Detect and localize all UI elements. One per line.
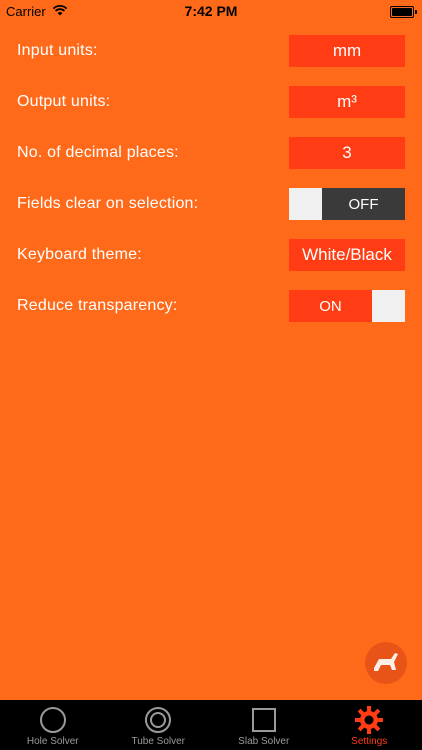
tab-label: Tube Solver bbox=[131, 736, 186, 747]
fields-clear-toggle[interactable]: OFF bbox=[289, 188, 405, 220]
toggle-state-label: OFF bbox=[322, 188, 405, 220]
input-units-label: Input units: bbox=[17, 42, 98, 59]
toggle-state-label: ON bbox=[289, 290, 372, 322]
reduce-transparency-label: Reduce transparency: bbox=[17, 297, 178, 314]
tab-label: Settings bbox=[351, 736, 388, 747]
status-bar: Carrier 7:42 PM bbox=[0, 0, 422, 22]
fields-clear-label: Fields clear on selection: bbox=[17, 195, 199, 212]
input-units-button[interactable]: mm bbox=[289, 35, 405, 67]
setting-fields-clear: Fields clear on selection: OFF bbox=[0, 188, 422, 222]
battery-icon bbox=[390, 6, 417, 18]
gear-icon bbox=[355, 706, 384, 734]
square-icon bbox=[251, 708, 276, 732]
toggle-knob bbox=[289, 188, 322, 220]
setting-keyboard-theme: Keyboard theme: White/Black bbox=[0, 239, 422, 273]
chair-icon bbox=[374, 653, 398, 671]
keyboard-theme-label: Keyboard theme: bbox=[17, 246, 142, 263]
setting-output-units: Output units: m³ bbox=[0, 86, 422, 120]
keyboard-theme-button[interactable]: White/Black bbox=[289, 239, 405, 271]
tab-hole-solver[interactable]: Hole Solver bbox=[0, 700, 106, 750]
tab-slab-solver[interactable]: Slab Solver bbox=[211, 700, 317, 750]
toggle-knob bbox=[372, 290, 405, 322]
output-units-button[interactable]: m³ bbox=[289, 86, 405, 118]
decimal-places-button[interactable]: 3 bbox=[289, 137, 405, 169]
tab-label: Hole Solver bbox=[26, 736, 79, 747]
decimal-places-label: No. of decimal places: bbox=[17, 144, 179, 161]
setting-reduce-transparency: Reduce transparency: ON bbox=[0, 290, 422, 324]
output-units-label: Output units: bbox=[17, 93, 111, 110]
chair-icon-button[interactable] bbox=[365, 642, 407, 684]
ring-icon bbox=[145, 707, 172, 733]
tab-label: Slab Solver bbox=[238, 736, 290, 747]
setting-input-units: Input units: mm bbox=[0, 35, 422, 69]
circle-icon bbox=[39, 707, 66, 733]
tab-bar: Hole Solver Tube Solver Slab Solver Sett… bbox=[0, 700, 422, 750]
setting-decimal-places: No. of decimal places: 3 bbox=[0, 137, 422, 171]
reduce-transparency-toggle[interactable]: ON bbox=[289, 290, 405, 322]
tab-tube-solver[interactable]: Tube Solver bbox=[106, 700, 212, 750]
tab-settings[interactable]: Settings bbox=[317, 700, 422, 750]
clock: 7:42 PM bbox=[184, 3, 238, 19]
